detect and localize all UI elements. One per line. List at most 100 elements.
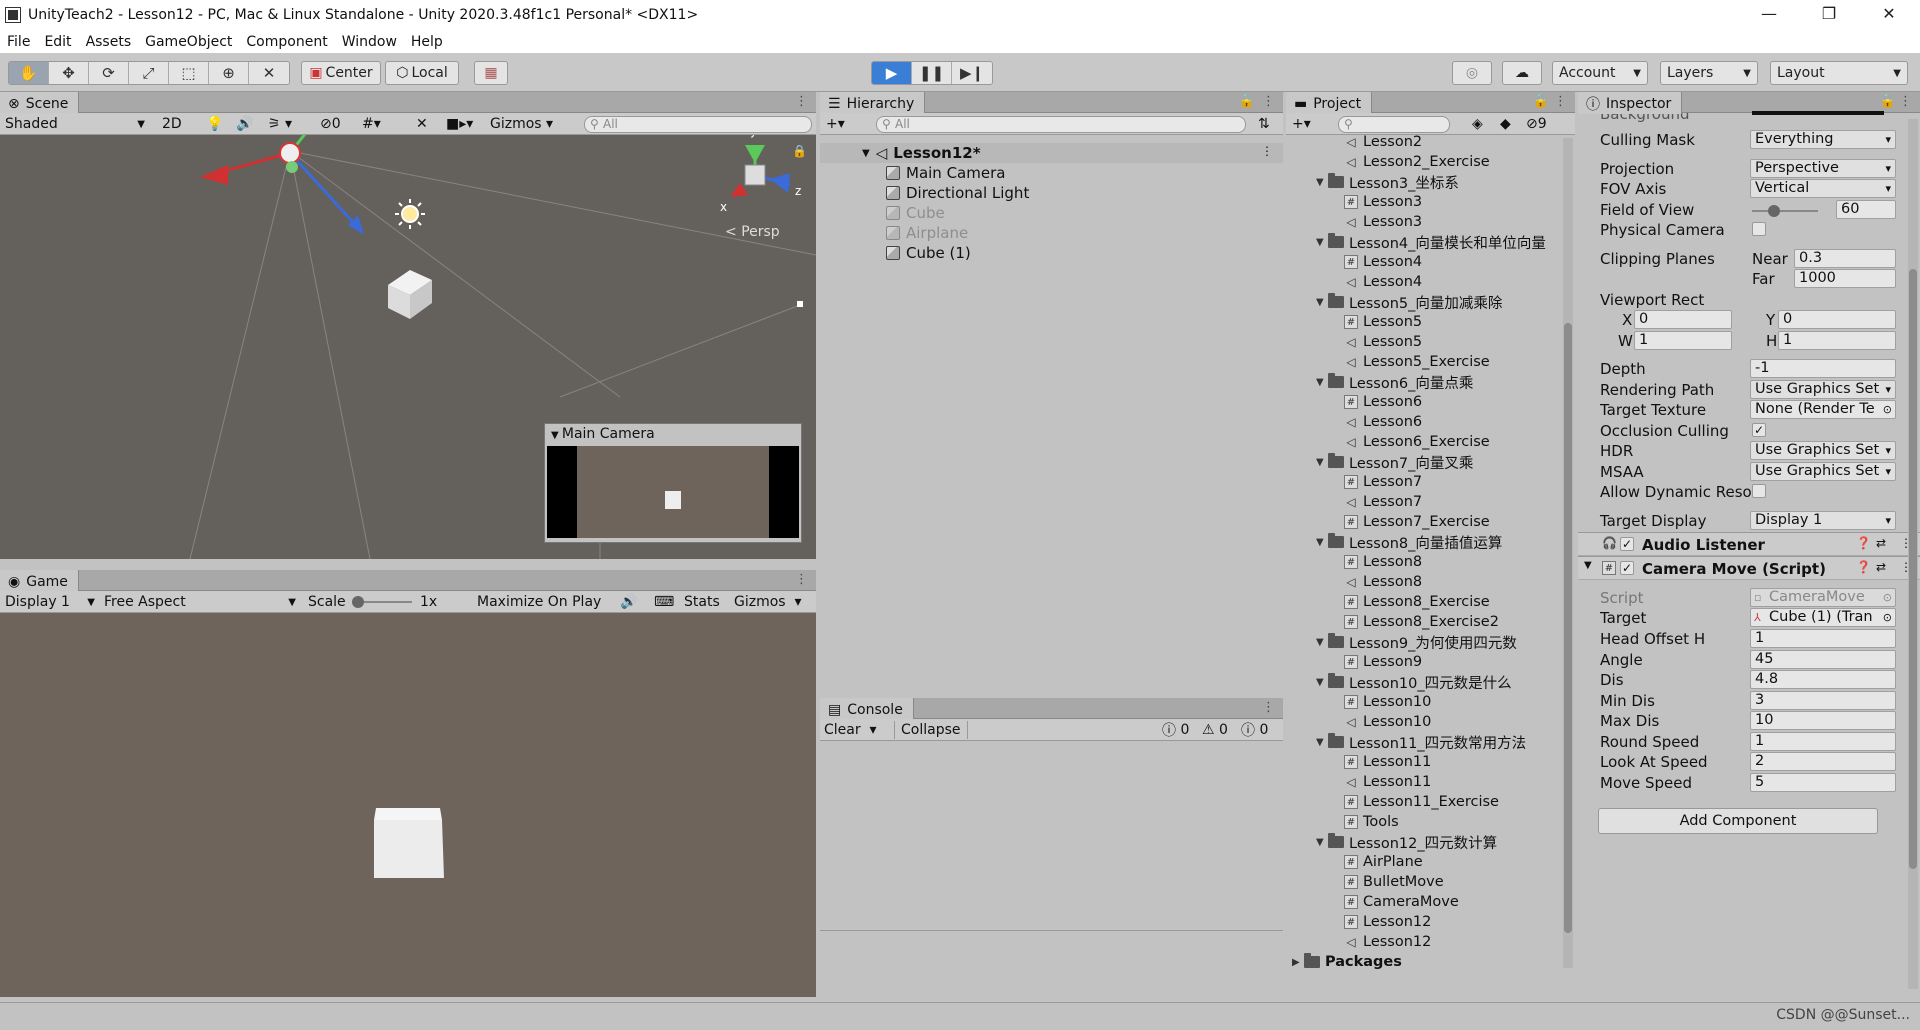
- culling-mask-dropdown[interactable]: Everything: [1750, 130, 1896, 149]
- cloud-button[interactable]: ☁: [1502, 61, 1542, 85]
- scene-row[interactable]: ▼ ◁ Lesson12* ⋮: [820, 143, 1283, 163]
- project-asset[interactable]: ◁ Lesson12: [1344, 932, 1431, 952]
- triangle-down-icon[interactable]: ▼: [1316, 457, 1328, 468]
- camera-move-field-input[interactable]: 1: [1750, 731, 1896, 751]
- menu-component[interactable]: Component: [239, 34, 334, 50]
- project-folder[interactable]: ▼ Lesson9_为何使用四元数: [1316, 632, 1517, 652]
- gizmos-dropdown[interactable]: Gizmos ▾: [490, 115, 553, 133]
- triangle-down-icon[interactable]: ▼: [1316, 737, 1328, 748]
- warning-filter[interactable]: ⚠ 0: [1202, 721, 1228, 739]
- target-field[interactable]: ⅄ Cube (1) (Tran ⊙: [1750, 608, 1896, 627]
- project-asset[interactable]: # Lesson10: [1344, 692, 1431, 712]
- play-icon[interactable]: ▶: [872, 62, 912, 84]
- project-asset[interactable]: # Lesson11: [1344, 752, 1431, 772]
- triangle-down-icon[interactable]: ▼: [1316, 637, 1328, 648]
- project-asset[interactable]: # Lesson6: [1344, 392, 1422, 412]
- hierarchy-item[interactable]: Airplane: [886, 223, 968, 243]
- stats-button[interactable]: Stats: [684, 593, 720, 611]
- restore-button[interactable]: ❐: [1800, 0, 1858, 30]
- aspect-dropdown[interactable]: Free Aspect ▼: [104, 593, 296, 611]
- project-asset[interactable]: ◁ Lesson6: [1344, 412, 1422, 432]
- minimize-button[interactable]: —: [1740, 0, 1798, 30]
- project-asset[interactable]: # Lesson11_Exercise: [1344, 792, 1499, 812]
- viewport-w-field[interactable]: 1: [1634, 331, 1732, 350]
- project-asset[interactable]: ◁ Lesson3: [1344, 212, 1422, 232]
- tools-icon[interactable]: ✕: [416, 115, 428, 133]
- tab-hierarchy[interactable]: ☰ Hierarchy: [820, 92, 926, 114]
- tab-inspector[interactable]: ⓘ Inspector: [1578, 92, 1683, 114]
- help-icon[interactable]: ❓: [1856, 536, 1871, 550]
- layers-dropdown[interactable]: Layers ▼: [1660, 61, 1758, 85]
- project-asset[interactable]: ◁ Lesson10: [1344, 712, 1431, 732]
- inspector-scrollbar[interactable]: [1908, 119, 1918, 989]
- scale-slider[interactable]: [352, 593, 412, 611]
- panel-menu-icon[interactable]: ⋮: [1554, 94, 1567, 109]
- triangle-down-icon[interactable]: ▼: [1316, 377, 1328, 388]
- triangle-down-icon[interactable]: ▼: [1316, 677, 1328, 688]
- tab-scene[interactable]: ⊗ Scene: [0, 92, 80, 114]
- help-icon[interactable]: ❓: [1856, 560, 1871, 574]
- panel-menu-icon[interactable]: ⋮: [1262, 700, 1275, 715]
- viewport-x-field[interactable]: 0: [1634, 310, 1732, 329]
- collab-button[interactable]: ◎: [1452, 61, 1492, 85]
- project-asset[interactable]: # Lesson9: [1344, 652, 1422, 672]
- camera-move-field-input[interactable]: 45: [1750, 649, 1896, 669]
- scene-viewport[interactable]: y z x < Persp 🔒 ▼ Main Camera: [0, 135, 816, 559]
- close-button[interactable]: ✕: [1860, 0, 1918, 30]
- triangle-down-icon[interactable]: ▼: [1584, 560, 1592, 571]
- target-texture-field[interactable]: None (Render Te ⊙: [1750, 400, 1896, 419]
- hdr-dropdown[interactable]: Use Graphics Set: [1750, 441, 1896, 460]
- snap-button[interactable]: ▦: [474, 61, 508, 85]
- project-folder[interactable]: ▼ Lesson6_向量点乘: [1316, 372, 1473, 392]
- create-plus-icon[interactable]: +▾: [826, 115, 845, 133]
- rendering-path-dropdown[interactable]: Use Graphics Set: [1750, 380, 1896, 399]
- grid-icon[interactable]: #▾: [362, 115, 381, 133]
- object-picker-icon[interactable]: ⊙: [1883, 401, 1892, 418]
- audio-listener-enabled-checkbox[interactable]: ✓: [1620, 537, 1634, 551]
- project-folder[interactable]: ▼ Lesson3_坐标系: [1316, 172, 1459, 192]
- panel-menu-icon[interactable]: ⋮: [1262, 94, 1275, 109]
- rotate-tool-icon[interactable]: ⟳: [89, 62, 129, 84]
- panel-menu-icon[interactable]: ⋮: [795, 94, 808, 109]
- sort-icon[interactable]: ⇅: [1258, 115, 1270, 133]
- account-dropdown[interactable]: Account ▼: [1552, 61, 1648, 85]
- panel-menu-icon[interactable]: ⋮: [795, 572, 808, 587]
- project-scrollbar[interactable]: [1563, 138, 1573, 968]
- near-field[interactable]: 0.3: [1794, 249, 1896, 268]
- menu-file[interactable]: File: [0, 34, 37, 50]
- inspector-scrollbar-thumb[interactable]: [1909, 269, 1917, 869]
- project-asset[interactable]: ◁ Lesson6_Exercise: [1344, 432, 1489, 452]
- viewport-h-field[interactable]: 1: [1778, 331, 1896, 350]
- project-scrollbar-thumb[interactable]: [1564, 323, 1572, 933]
- triangle-down-icon[interactable]: ▼: [1316, 237, 1328, 248]
- fov-axis-dropdown[interactable]: Vertical: [1750, 179, 1896, 198]
- hierarchy-item[interactable]: Main Camera: [886, 163, 1005, 183]
- project-asset[interactable]: # BulletMove: [1344, 872, 1444, 892]
- step-icon[interactable]: ▶❙: [952, 62, 992, 84]
- menu-window[interactable]: Window: [335, 34, 404, 50]
- triangle-down-icon[interactable]: ▼: [1316, 297, 1328, 308]
- project-asset[interactable]: ◁ Lesson7: [1344, 492, 1422, 512]
- project-search-input[interactable]: ⚲: [1338, 116, 1450, 133]
- lock-icon[interactable]: 🔒: [1880, 94, 1896, 109]
- project-asset[interactable]: ◁ Lesson2: [1344, 135, 1422, 152]
- create-plus-icon[interactable]: +▾: [1292, 115, 1311, 133]
- camera-move-field-input[interactable]: 5: [1750, 772, 1896, 792]
- triangle-down-icon[interactable]: ▼: [1316, 837, 1328, 848]
- camera-move-header[interactable]: ▼ # ✓ Camera Move (Script) ❓ ⇄ ⋮: [1578, 556, 1920, 580]
- viewport-y-field[interactable]: 0: [1778, 310, 1896, 329]
- menu-gameobject[interactable]: GameObject: [138, 34, 239, 50]
- collapse-toggle[interactable]: Collapse: [894, 721, 968, 739]
- project-folder[interactable]: ▼ Lesson11_四元数常用方法: [1316, 732, 1526, 752]
- menu-edit[interactable]: Edit: [37, 34, 78, 50]
- hidden-packages-icon[interactable]: ⊘ 9: [1526, 115, 1547, 133]
- keyboard-icon[interactable]: ⌨: [654, 593, 674, 611]
- project-folder[interactable]: ▼ Lesson5_向量加减乘除: [1316, 292, 1502, 312]
- project-asset[interactable]: # CameraMove: [1344, 892, 1459, 912]
- project-asset[interactable]: # Lesson8: [1344, 552, 1422, 572]
- project-asset[interactable]: ◁ Lesson4: [1344, 272, 1422, 292]
- scale-tool-icon[interactable]: ⤢: [129, 62, 169, 84]
- rect-tool-icon[interactable]: ⬚: [169, 62, 209, 84]
- project-asset[interactable]: ◁ Lesson11: [1344, 772, 1431, 792]
- effects-icon[interactable]: ⚞ ▾: [268, 115, 292, 133]
